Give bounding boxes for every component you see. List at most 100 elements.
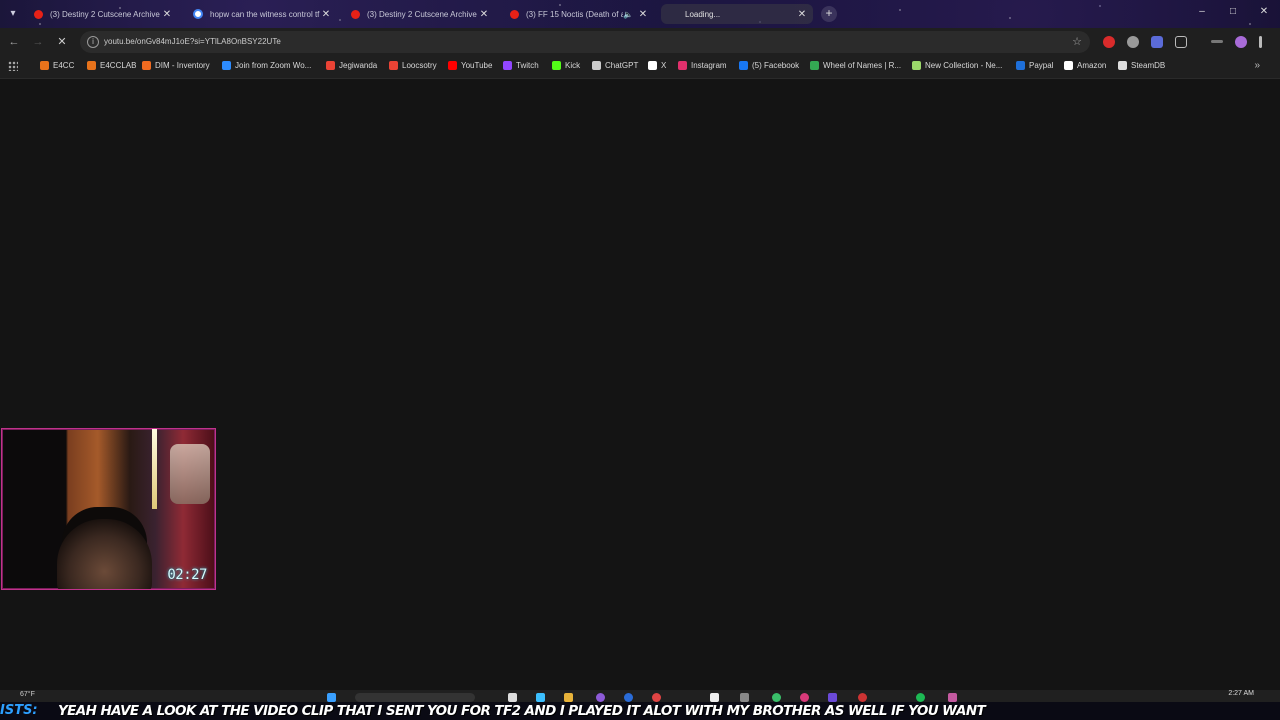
speaker-icon[interactable]: 🔈 bbox=[623, 10, 633, 19]
app-icon[interactable] bbox=[800, 693, 809, 702]
tab-1[interactable]: hopw can the witness control tf ✕ bbox=[185, 4, 337, 24]
menu-dots-icon[interactable] bbox=[1259, 36, 1262, 48]
bookmark-favicon-icon bbox=[1016, 61, 1025, 70]
bookmark-favicon-icon bbox=[1118, 61, 1127, 70]
close-icon[interactable]: ✕ bbox=[637, 9, 649, 20]
bookmark-label: Kick bbox=[565, 61, 581, 70]
forward-button[interactable]: → bbox=[30, 34, 46, 50]
profile-avatar[interactable] bbox=[1235, 36, 1247, 48]
bookmark-item[interactable]: SteamDB bbox=[1118, 61, 1165, 70]
chat-message: YEAH HAVE A LOOK AT THE VIDEO CLIP THAT … bbox=[58, 703, 986, 719]
app-icon[interactable] bbox=[624, 693, 633, 702]
stream-timer: 02:27 bbox=[167, 567, 207, 583]
close-icon[interactable]: ✕ bbox=[161, 9, 173, 20]
close-icon[interactable]: ✕ bbox=[796, 9, 808, 20]
bookmark-label: Loocsotry bbox=[402, 61, 437, 70]
tab-2[interactable]: (3) Destiny 2 Cutscene Archive ✕ bbox=[343, 4, 495, 24]
bookmark-item[interactable]: Jegiwanda bbox=[326, 61, 377, 70]
window-close-icon[interactable]: ✕ bbox=[1256, 6, 1272, 17]
bookmark-label: Instagram bbox=[691, 61, 727, 70]
back-button[interactable]: ← bbox=[6, 34, 22, 50]
bookmark-label: New Collection - Ne... bbox=[925, 61, 1003, 70]
bookmark-label: Wheel of Names | R... bbox=[823, 61, 902, 70]
bookmark-item[interactable]: (5) Facebook bbox=[739, 61, 799, 70]
bookmark-item[interactable]: New Collection - Ne... bbox=[912, 61, 1002, 70]
app-icon[interactable] bbox=[710, 693, 719, 702]
bookmark-item[interactable]: Join from Zoom Wo... bbox=[222, 61, 311, 70]
bookmark-label: Jegiwanda bbox=[339, 61, 378, 70]
bookmark-label: (5) Facebook bbox=[752, 61, 800, 70]
weather-widget[interactable]: 67°F bbox=[20, 691, 35, 698]
close-icon[interactable]: ✕ bbox=[478, 9, 490, 20]
bookmark-favicon-icon bbox=[678, 61, 687, 70]
bookmark-label: X bbox=[661, 61, 667, 70]
audio-extension-icon[interactable] bbox=[1151, 36, 1163, 48]
minimize-icon[interactable]: – bbox=[1194, 6, 1210, 17]
tab-title: hopw can the witness control tf bbox=[210, 9, 320, 19]
app-icon[interactable] bbox=[772, 693, 781, 702]
bookmark-favicon-icon bbox=[503, 61, 512, 70]
close-icon[interactable]: ✕ bbox=[320, 9, 332, 20]
bookmark-item[interactable]: Amazon bbox=[1064, 61, 1106, 70]
youtube-icon bbox=[34, 9, 43, 19]
bookmark-item[interactable]: DIM - Inventory bbox=[142, 61, 210, 70]
bookmark-label: E4CCLAB bbox=[100, 61, 137, 70]
extension-icon[interactable] bbox=[1127, 36, 1139, 48]
light-strip bbox=[152, 429, 157, 509]
chrome-icon[interactable] bbox=[652, 693, 661, 702]
store-icon[interactable] bbox=[536, 693, 545, 702]
bookmark-item[interactable]: E4CCLAB bbox=[87, 61, 136, 70]
apps-grid-icon[interactable] bbox=[8, 61, 18, 71]
bookmark-favicon-icon bbox=[1064, 61, 1073, 70]
bookmark-favicon-icon bbox=[142, 61, 151, 70]
taskbar-search-box[interactable] bbox=[355, 693, 475, 702]
tab-title: (3) Destiny 2 Cutscene Archive bbox=[50, 9, 160, 19]
folder-icon[interactable] bbox=[564, 693, 573, 702]
bookmark-item[interactable]: Loocsotry bbox=[389, 61, 437, 70]
new-tab-button[interactable]: + bbox=[821, 6, 837, 22]
tab-title: Loading... bbox=[685, 9, 721, 19]
bookmark-item[interactable]: ChatGPT bbox=[592, 61, 638, 70]
tab-0[interactable]: (3) Destiny 2 Cutscene Archive ✕ bbox=[26, 4, 178, 24]
bookmark-favicon-icon bbox=[87, 61, 96, 70]
bookmark-favicon-icon bbox=[552, 61, 561, 70]
bookmark-favicon-icon bbox=[810, 61, 819, 70]
tab-3[interactable]: (3) FF 15 Noctis (Death of a 🔈 ✕ bbox=[502, 4, 654, 24]
stop-loading-button[interactable]: ✕ bbox=[54, 34, 70, 50]
address-bar[interactable]: i youtu.be/onGv84mJ1oE?si=YTlLA8OnBSY22U… bbox=[80, 31, 1090, 53]
bookmark-item[interactable]: Paypal bbox=[1016, 61, 1053, 70]
bookmark-item[interactable]: E4CC bbox=[40, 61, 74, 70]
clock[interactable]: 2:27 AM bbox=[1228, 690, 1254, 697]
start-icon[interactable] bbox=[327, 693, 336, 702]
bookmark-item[interactable]: X bbox=[648, 61, 666, 70]
bookmark-label: Amazon bbox=[1077, 61, 1107, 70]
bookmark-label: E4CC bbox=[53, 61, 75, 70]
restore-icon[interactable]: □ bbox=[1225, 6, 1241, 17]
extensions-puzzle-icon[interactable] bbox=[1175, 36, 1187, 48]
app-icon[interactable] bbox=[858, 693, 867, 702]
tab-4[interactable]: Loading... ✕ bbox=[661, 4, 813, 24]
tab-search-button[interactable]: ▾ bbox=[4, 5, 22, 23]
bookmark-label: Paypal bbox=[1029, 61, 1054, 70]
bookmark-star-icon[interactable]: ☆ bbox=[1072, 35, 1082, 48]
app-icon[interactable] bbox=[948, 693, 957, 702]
adblock-extension-icon[interactable] bbox=[1103, 36, 1115, 48]
bookmark-item[interactable]: YouTube bbox=[448, 61, 492, 70]
url-text[interactable]: youtu.be/onGv84mJ1oE?si=YTlLA8OnBSY22UTe bbox=[104, 37, 281, 46]
media-control-icon[interactable] bbox=[1211, 40, 1223, 43]
site-info-icon[interactable]: i bbox=[87, 36, 99, 48]
app-icon[interactable] bbox=[740, 693, 749, 702]
more-bookmarks-icon[interactable]: » bbox=[1254, 60, 1260, 71]
app-icon[interactable] bbox=[828, 693, 837, 702]
bookmark-label: DIM - Inventory bbox=[155, 61, 210, 70]
bookmark-item[interactable]: Kick bbox=[552, 61, 580, 70]
bookmark-label: Join from Zoom Wo... bbox=[235, 61, 312, 70]
app-icon[interactable] bbox=[596, 693, 605, 702]
spotify-icon[interactable] bbox=[916, 693, 925, 702]
file-explorer-icon[interactable] bbox=[508, 693, 517, 702]
tab-title: (3) FF 15 Noctis (Death of a bbox=[526, 9, 624, 19]
bookmark-item[interactable]: Wheel of Names | R... bbox=[810, 61, 901, 70]
bookmark-favicon-icon bbox=[222, 61, 231, 70]
bookmark-item[interactable]: Twitch bbox=[503, 61, 539, 70]
bookmark-item[interactable]: Instagram bbox=[678, 61, 727, 70]
